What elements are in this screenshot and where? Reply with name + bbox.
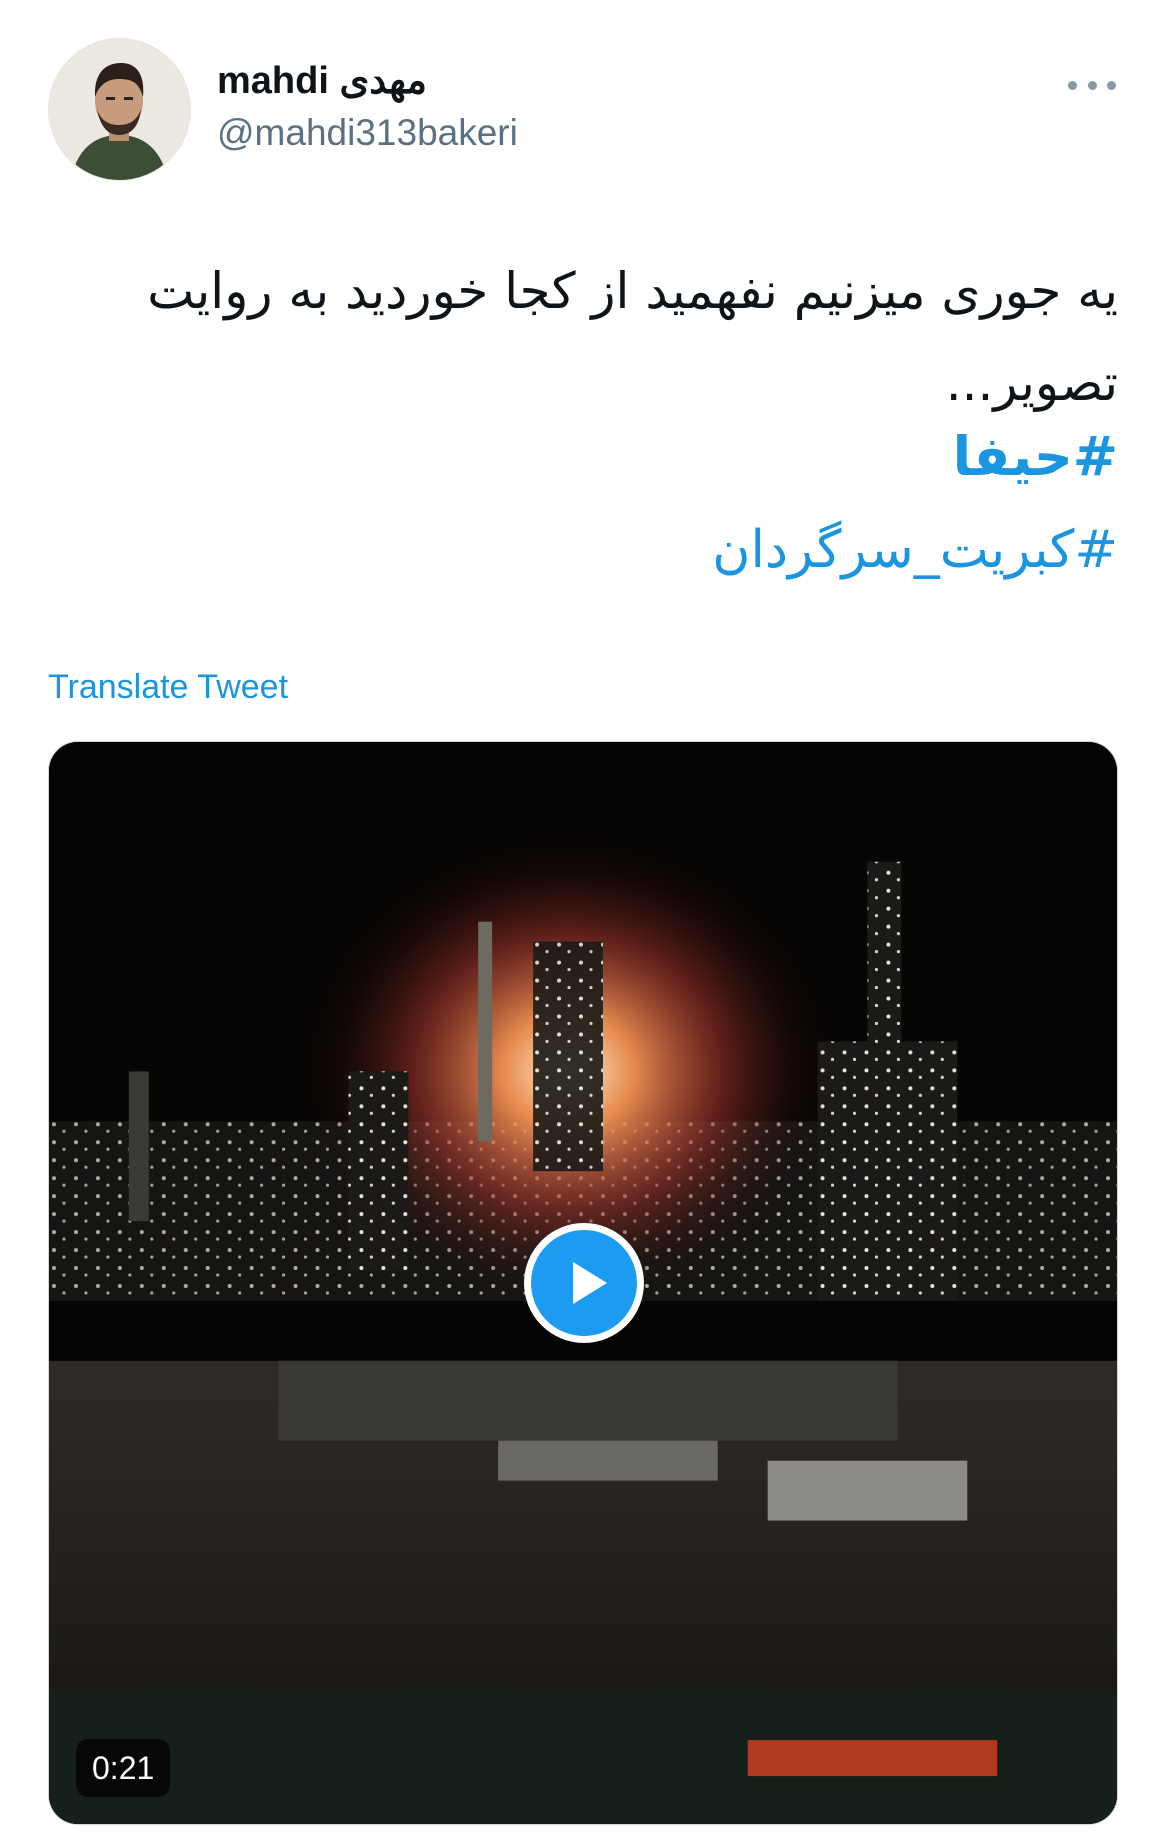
tweet-text-line: تصویر... <box>945 354 1118 412</box>
play-button[interactable] <box>524 1223 644 1343</box>
tweet-text-line: یه جوری میزنیم نفهمید از کجا خوردید به ر… <box>147 262 1118 320</box>
avatar-image <box>49 39 190 180</box>
more-horizontal-icon[interactable] <box>1068 70 1116 100</box>
video-player[interactable]: 0:21 <box>48 741 1118 1825</box>
play-icon <box>573 1262 607 1304</box>
author-display-name[interactable]: mahdi مهدی <box>217 58 427 103</box>
author-handle[interactable]: @mahdi313bakeri <box>217 112 518 154</box>
avatar[interactable] <box>48 38 191 181</box>
hashtag-link[interactable]: #حیفا <box>953 425 1118 488</box>
tweet-card: mahdi مهدی @mahdi313bakeri یه جوری میزنی… <box>0 0 1170 1847</box>
video-duration-badge: 0:21 <box>76 1739 171 1797</box>
hashtag-link[interactable]: #کبریت_سرگردان <box>712 520 1118 580</box>
tweet-text: یه جوری میزنیم نفهمید از کجا خوردید به ر… <box>48 245 1118 429</box>
translate-tweet-link[interactable]: Translate Tweet <box>48 668 288 707</box>
